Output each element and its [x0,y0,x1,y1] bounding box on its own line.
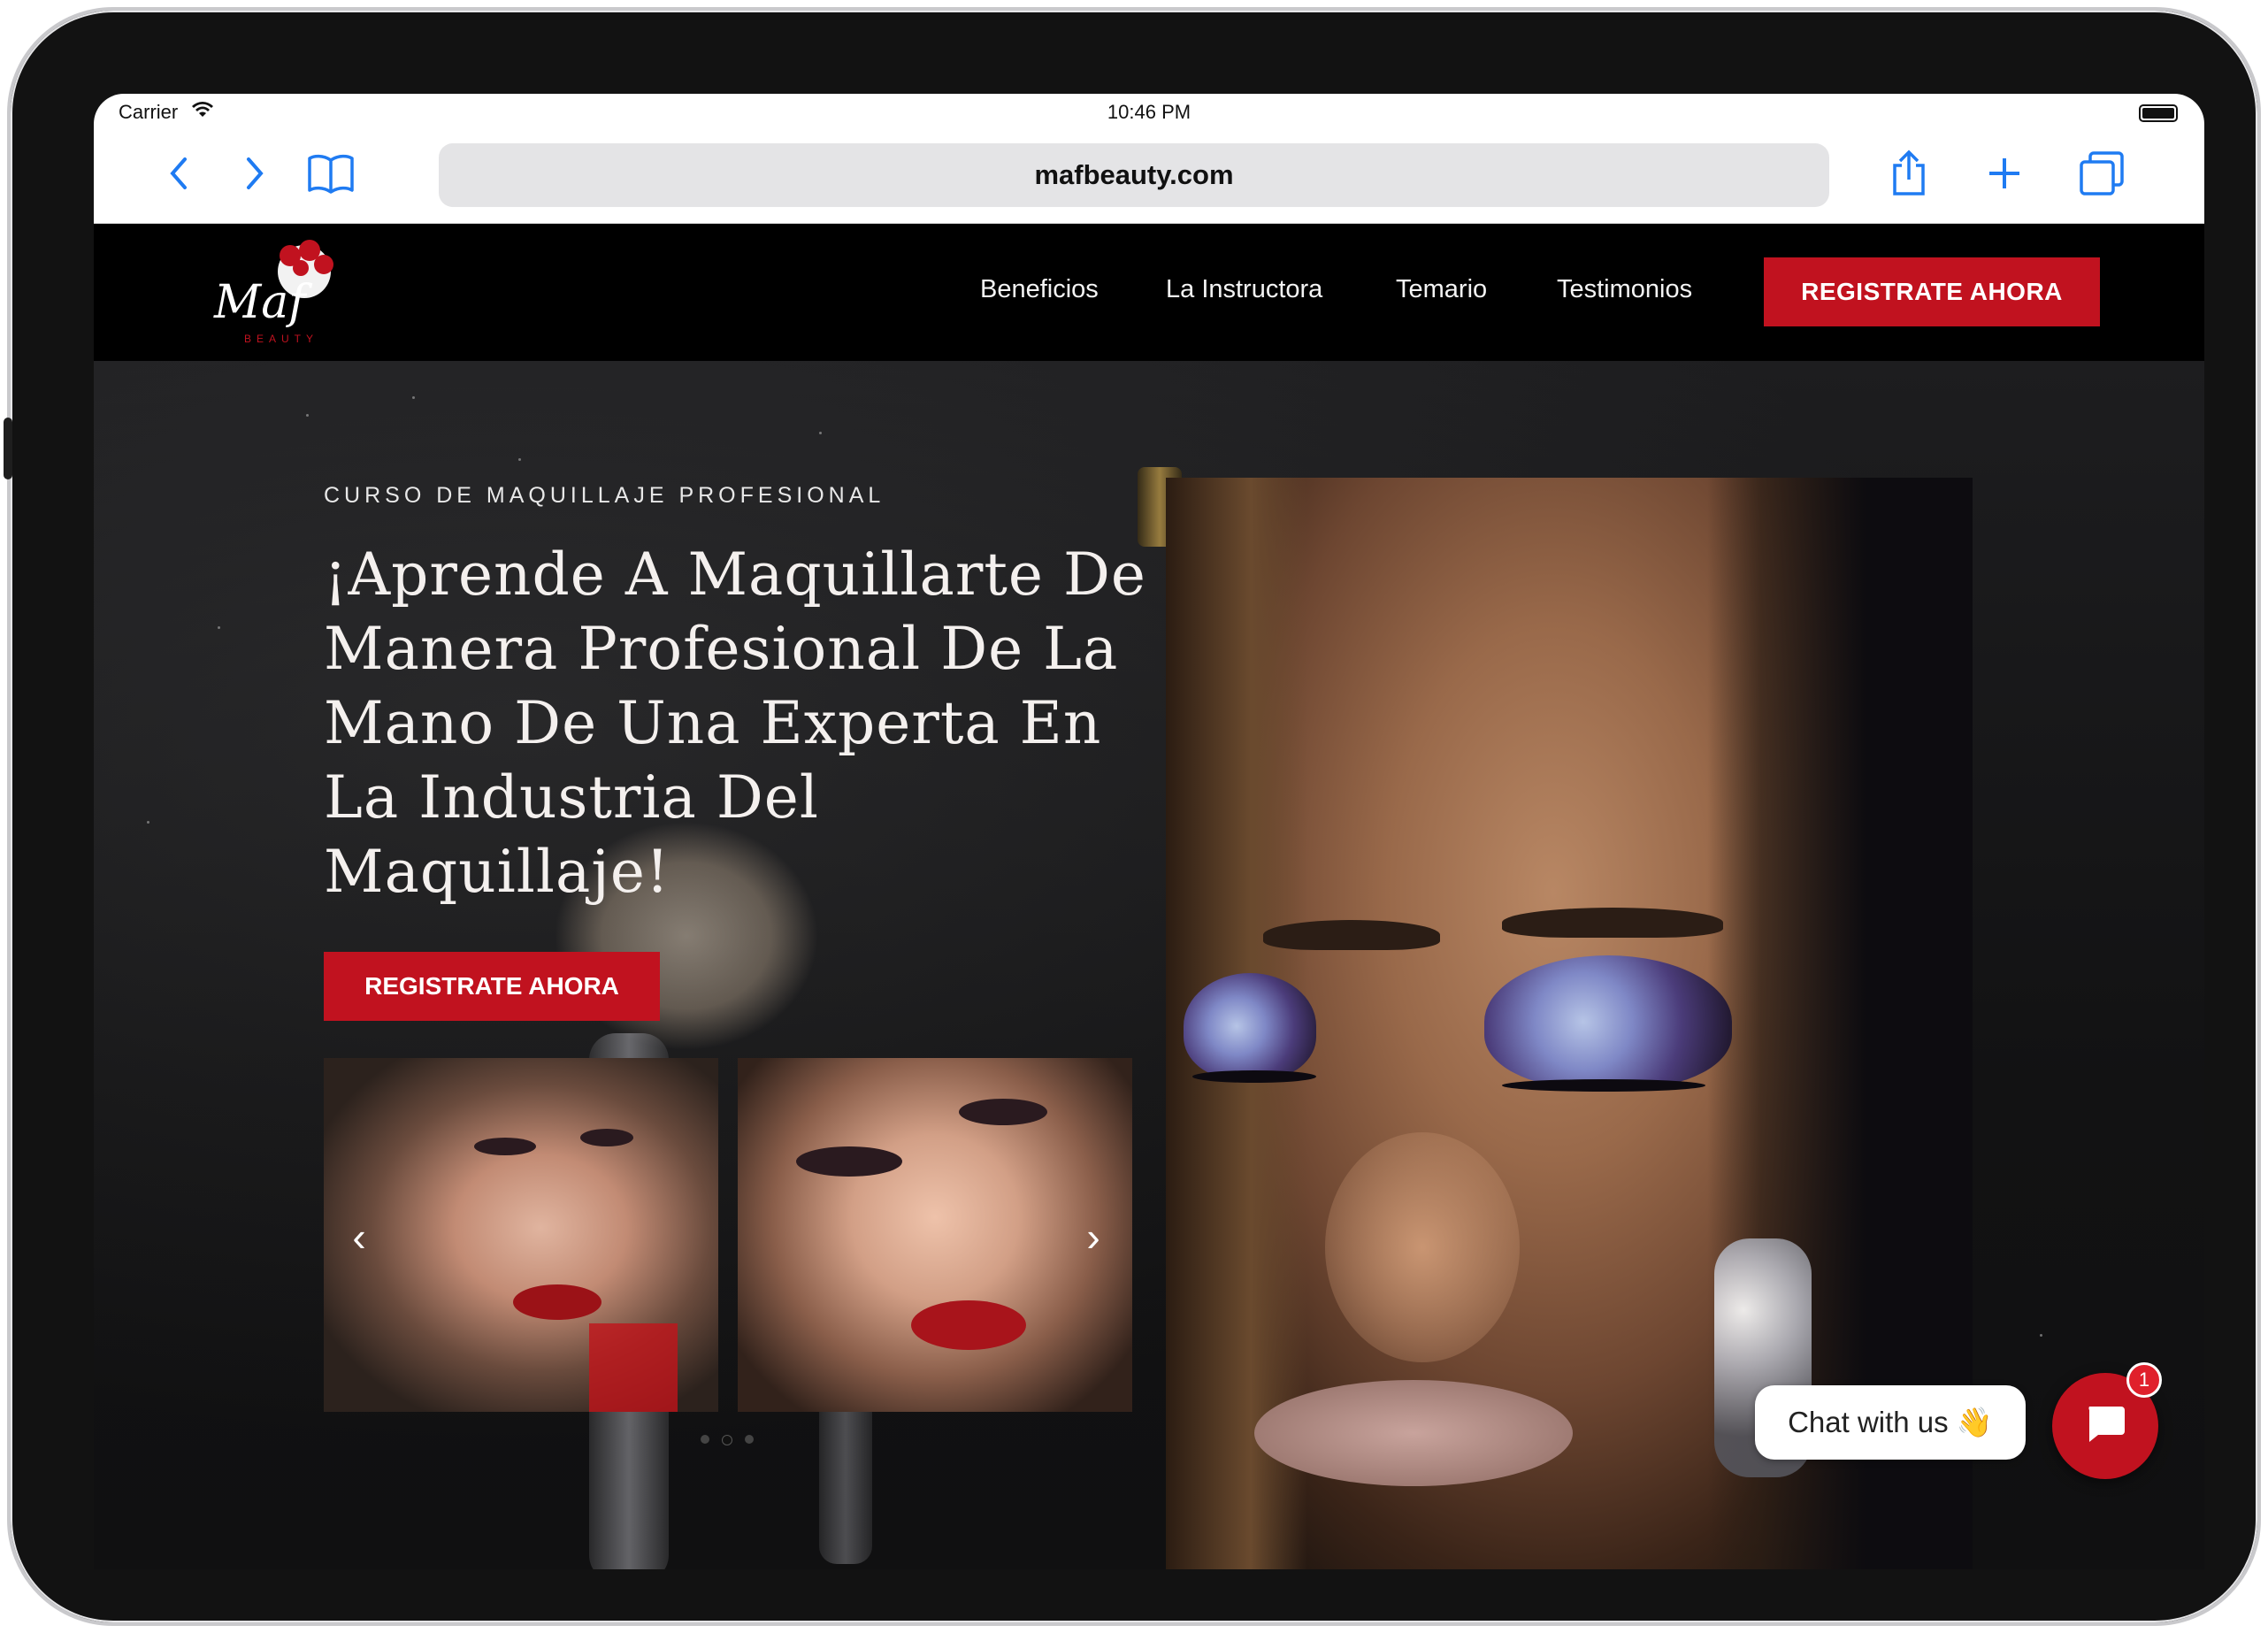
back-icon[interactable] [152,147,205,200]
ipad-frame: Carrier 10:46 PM mafbeauty.com Maf BEAUT… [4,7,2261,1626]
forward-icon[interactable] [228,147,281,200]
share-icon[interactable] [1882,147,1935,200]
screen: Carrier 10:46 PM mafbeauty.com Maf BEAUT… [94,94,2204,1569]
nav-link-instructora[interactable]: La Instructora [1166,275,1322,304]
hero-headline: ¡Aprende A Maquillarte De Manera Profesi… [324,540,1146,906]
new-tab-icon[interactable] [1978,147,2031,200]
address-bar[interactable]: mafbeauty.com [439,143,1829,207]
carousel-dots [701,1435,754,1445]
carousel-image-2 [738,1058,1132,1412]
battery-icon [2139,104,2178,122]
carousel-dot[interactable] [745,1435,754,1444]
carousel-image-1 [324,1058,718,1412]
bookmarks-icon[interactable] [304,147,357,200]
url-text: mafbeauty.com [1034,159,1234,190]
clock: 10:46 PM [1107,101,1191,123]
register-button-hero[interactable]: REGISTRATE AHORA [324,952,660,1021]
nav-link-beneficios[interactable]: Beneficios [980,275,1099,304]
chat-unread-badge: 1 [2126,1362,2162,1398]
status-bar: Carrier 10:46 PM [94,94,2204,127]
site-header: Maf BEAUTY Beneficios La Instructora Tem… [94,224,2204,361]
browser-toolbar: mafbeauty.com [94,127,2204,224]
hero-eyebrow: CURSO DE MAQUILLAJE PROFESIONAL [324,483,885,508]
carousel-dot[interactable] [701,1435,709,1444]
register-button-header[interactable]: REGISTRATE AHORA [1764,257,2100,326]
carousel-prev-icon[interactable]: ‹ [341,1210,377,1263]
carousel-next-icon[interactable]: › [1076,1210,1111,1263]
tabs-icon[interactable] [2075,147,2128,200]
volume-button [4,418,12,479]
chat-icon [2084,1405,2126,1448]
nav-link-temario[interactable]: Temario [1396,275,1487,304]
nav-link-testimonios[interactable]: Testimonios [1557,275,1692,304]
carousel-dot-active[interactable] [722,1435,732,1445]
chat-prompt[interactable]: Chat with us 👋 [1755,1385,2026,1460]
